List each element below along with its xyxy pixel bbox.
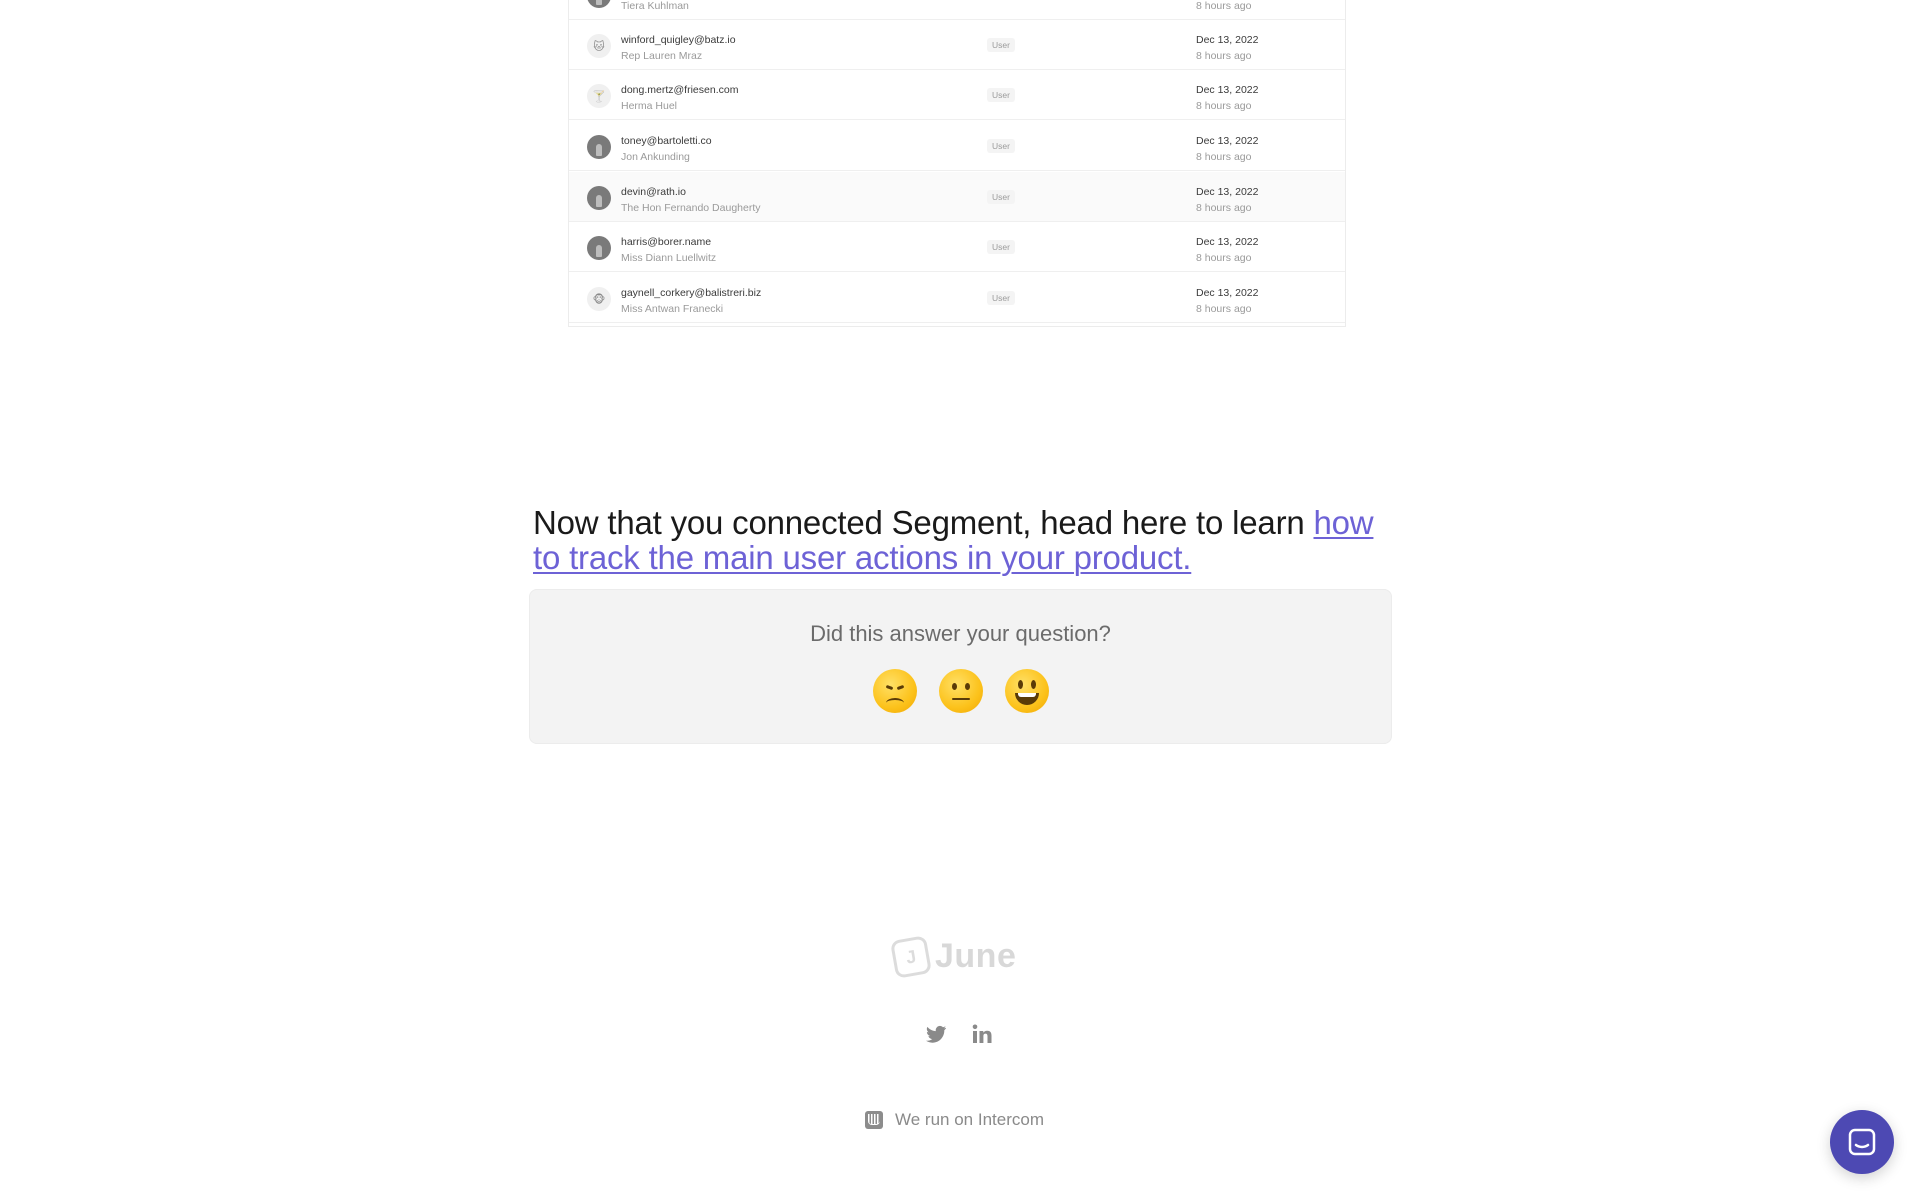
article-paragraph: Now that you connected Segment, head her… xyxy=(533,505,1385,575)
table-row: 🐱 winford_quigley@batz.io Rep Lauren Mra… xyxy=(569,20,1345,70)
last-seen-relative: 8 hours ago xyxy=(1196,151,1252,163)
table-row: harris@borer.name Miss Diann Luellwitz U… xyxy=(569,222,1345,272)
user-email: winford_quigley@batz.io xyxy=(621,34,736,46)
role-badge: User xyxy=(987,240,1015,254)
user-avatar xyxy=(587,135,611,159)
last-seen-relative: 8 hours ago xyxy=(1196,252,1252,264)
table-row: 🐵 gaynell_corkery@balistreri.biz Miss An… xyxy=(569,273,1345,323)
role-badge: User xyxy=(987,291,1015,305)
last-seen-relative: 8 hours ago xyxy=(1196,0,1252,12)
june-logo[interactable]: J June xyxy=(889,934,1017,979)
intercom-icon xyxy=(865,1111,883,1129)
disappointed-face-icon[interactable] xyxy=(872,669,917,713)
user-avatar xyxy=(587,0,611,8)
table-row: devin@rath.io The Hon Fernando Daugherty… xyxy=(569,172,1345,222)
user-email: toney@bartoletti.co xyxy=(621,135,712,147)
last-seen-date: Dec 13, 2022 xyxy=(1196,236,1259,248)
last-seen-date: Dec 13, 2022 xyxy=(1196,287,1259,299)
last-seen-date: Dec 13, 2022 xyxy=(1196,186,1259,198)
user-name: The Hon Fernando Daugherty xyxy=(621,202,761,214)
twitter-icon[interactable] xyxy=(924,1022,948,1046)
user-avatar: 🐵 xyxy=(587,287,611,311)
smiley-face-icon[interactable] xyxy=(1004,669,1049,713)
table-row: Tiera Kuhlman User 8 hours ago xyxy=(569,0,1345,20)
user-email: harris@borer.name xyxy=(621,236,712,248)
logo-text: June xyxy=(935,937,1017,975)
user-avatar xyxy=(587,186,611,210)
role-badge: User xyxy=(987,88,1015,102)
intercom-attribution-text: We run on Intercom xyxy=(895,1110,1044,1129)
last-seen-relative: 8 hours ago xyxy=(1196,303,1252,315)
user-email: devin@rath.io xyxy=(621,186,686,198)
role-badge: User xyxy=(987,190,1015,204)
neutral-face-icon[interactable] xyxy=(938,669,983,713)
last-seen-relative: 8 hours ago xyxy=(1196,202,1252,214)
help-article-page: Tiera Kuhlman User 8 hours ago 🐱 winford… xyxy=(0,0,1920,1200)
messenger-launcher-button[interactable] xyxy=(1830,1110,1894,1174)
user-name: Rep Lauren Mraz xyxy=(621,50,703,62)
linkedin-icon[interactable] xyxy=(970,1022,994,1046)
reaction-buttons xyxy=(529,669,1392,713)
last-seen-date: Dec 13, 2022 xyxy=(1196,135,1259,147)
role-badge: User xyxy=(987,38,1015,52)
feedback-box: Did this answer your question? xyxy=(529,589,1392,744)
users-table-screenshot: Tiera Kuhlman User 8 hours ago 🐱 winford… xyxy=(568,0,1346,327)
chat-icon xyxy=(1848,1128,1876,1156)
last-seen-date: Dec 13, 2022 xyxy=(1196,34,1259,46)
social-links xyxy=(924,1022,994,1046)
june-logo-icon: J xyxy=(889,934,933,979)
user-avatar: 🐱 xyxy=(587,34,611,58)
table-row: 🍸 dong.mertz@friesen.com Herma Huel User… xyxy=(569,70,1345,120)
last-seen-date: Dec 13, 2022 xyxy=(1196,84,1259,96)
user-name: Tiera Kuhlman xyxy=(621,0,689,12)
user-avatar xyxy=(587,236,611,260)
last-seen-relative: 8 hours ago xyxy=(1196,100,1252,112)
article-text: Now that you connected Segment, head her… xyxy=(533,504,1314,541)
user-name: Miss Antwan Franecki xyxy=(621,303,724,315)
user-email: gaynell_corkery@balistreri.biz xyxy=(621,287,762,299)
table-row: toney@bartoletti.co Jon Ankunding User D… xyxy=(569,121,1345,171)
user-name: Miss Diann Luellwitz xyxy=(621,252,717,264)
last-seen-relative: 8 hours ago xyxy=(1196,50,1252,62)
role-badge: User xyxy=(987,139,1015,153)
user-name: Herma Huel xyxy=(621,100,678,112)
user-avatar: 🍸 xyxy=(587,84,611,108)
user-email: dong.mertz@friesen.com xyxy=(621,84,739,96)
feedback-question: Did this answer your question? xyxy=(810,621,1111,646)
intercom-attribution[interactable]: We run on Intercom xyxy=(865,1110,1044,1130)
user-name: Jon Ankunding xyxy=(621,151,690,163)
